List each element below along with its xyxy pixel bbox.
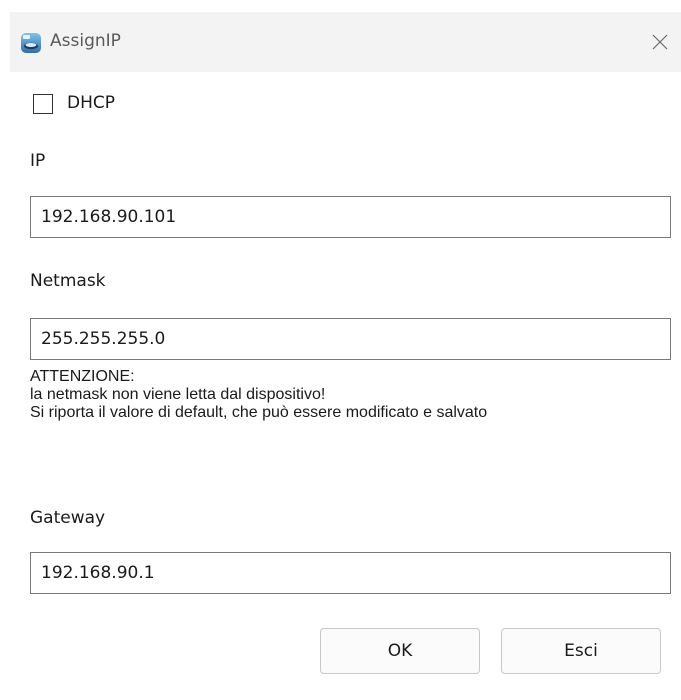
page: AssignIP DHCP IP Netmask ATTENZIONE: la … xyxy=(0,0,681,700)
warning-title: ATTENZIONE: xyxy=(30,368,135,385)
close-icon[interactable] xyxy=(642,24,678,60)
warning-line-1: la netmask non viene letta dal dispositi… xyxy=(30,386,326,403)
esci-button[interactable]: Esci xyxy=(501,628,661,674)
app-icon xyxy=(21,33,41,53)
window-title: AssignIP xyxy=(50,31,121,51)
ip-input[interactable] xyxy=(30,196,671,238)
ip-label: IP xyxy=(30,151,46,171)
warning-line-2: Si riporta il valore di default, che può… xyxy=(30,404,488,421)
assignip-dialog: AssignIP DHCP IP Netmask ATTENZIONE: la … xyxy=(10,12,681,700)
ok-button[interactable]: OK xyxy=(320,628,480,674)
dhcp-checkbox[interactable] xyxy=(33,94,53,114)
netmask-warning: ATTENZIONE: la netmask non viene letta d… xyxy=(30,368,487,422)
gateway-input[interactable] xyxy=(30,552,671,594)
gateway-label: Gateway xyxy=(30,508,106,528)
dhcp-label: DHCP xyxy=(67,93,115,113)
netmask-label: Netmask xyxy=(30,271,106,291)
title-bar[interactable]: AssignIP xyxy=(10,12,681,72)
netmask-input[interactable] xyxy=(30,318,671,360)
